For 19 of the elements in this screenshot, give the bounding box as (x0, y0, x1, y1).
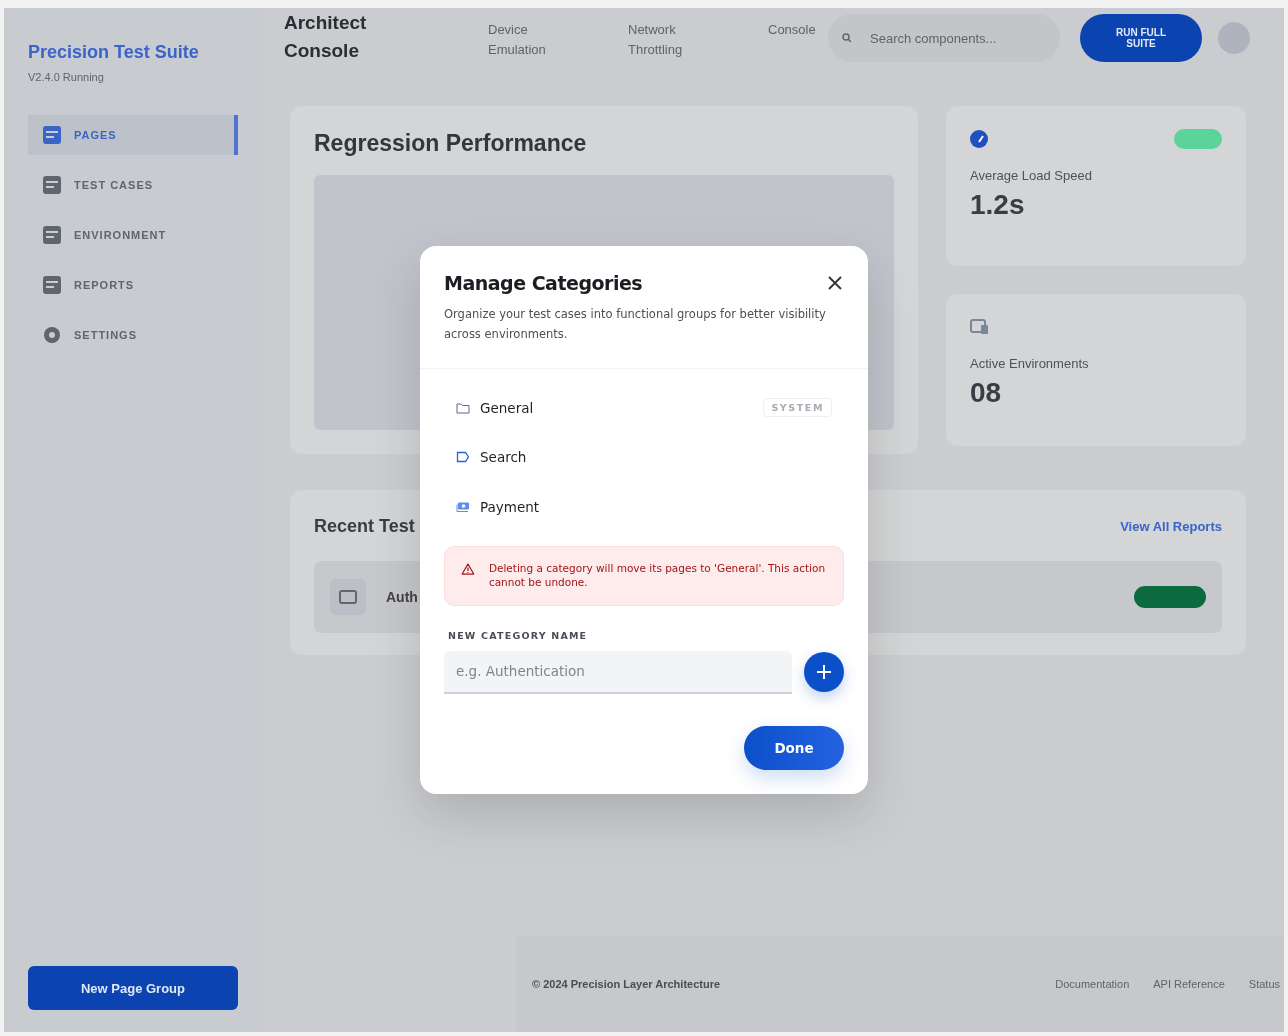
stat-value: 08 (970, 377, 1003, 409)
copyright-text: © 2024 Precision Layer Architecture (532, 978, 721, 990)
warning-text: Deleting a category will move its pages to 'General'. This action cannot be undone. (488, 560, 827, 589)
dialog-description: Organize your test cases into functional groups for better visibility across environments. (420, 304, 868, 369)
field-label: NEW CATEGORY NAME (447, 629, 589, 641)
category-name: Search (480, 449, 527, 466)
dialog-title: Manage Categories (444, 272, 643, 294)
stat-label: Average Load Speed (970, 168, 1093, 183)
app-title: Architect Console (284, 11, 368, 63)
category-name: General (480, 399, 534, 416)
category-name: Payment (480, 498, 540, 515)
version-text: V2.4.0 Running (28, 71, 105, 83)
stat-label: Active Environments (970, 356, 1090, 371)
brand-title: Precision Test Suite (28, 42, 200, 63)
card-title: Recent Test (314, 516, 415, 537)
card-title: Regression Performance (314, 130, 588, 157)
system-badge: SYSTEM (763, 398, 832, 418)
test-name: Auth (386, 589, 418, 605)
stat-value: 1.2s (970, 189, 1026, 221)
